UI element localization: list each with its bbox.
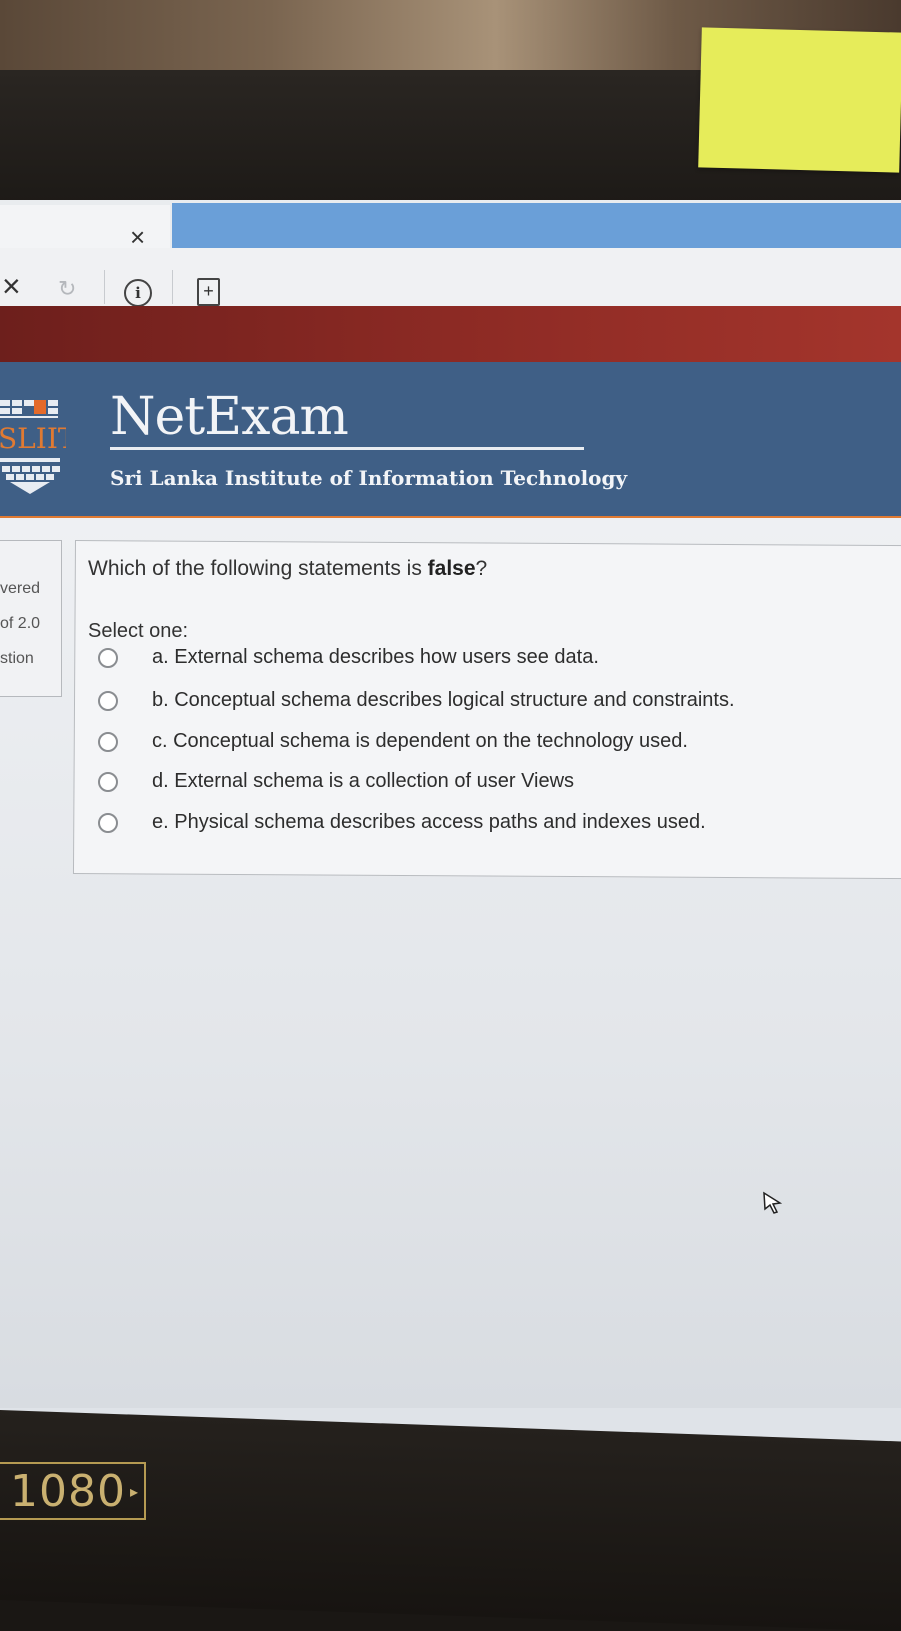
question-text-emphasis: false <box>427 557 476 580</box>
badge-text: 1080 <box>10 1465 126 1517</box>
mouse-cursor-icon <box>763 1191 783 1214</box>
toolbar-divider <box>172 270 173 304</box>
answer-option-b[interactable]: b. Conceptual schema describes logical s… <box>98 689 735 712</box>
option-label: b. Conceptual schema describes logical s… <box>152 689 735 711</box>
new-tab-area[interactable] <box>172 203 901 249</box>
radio-button[interactable] <box>98 647 118 668</box>
radio-button[interactable] <box>98 812 118 833</box>
sliit-logo: SLIIT <box>0 400 66 494</box>
page-action-icon[interactable]: + <box>197 278 220 306</box>
reload-icon[interactable]: ↻ <box>58 276 76 302</box>
site-title: NetExam <box>110 387 349 447</box>
question-text-suffix: ? <box>475 557 488 580</box>
question-mark: of 2.0 <box>0 615 41 632</box>
option-label: a. External schema describes how users s… <box>152 646 599 668</box>
monitor-resolution-badge: 1080 ▸ <box>0 1462 146 1520</box>
logo-text: SLIIT <box>0 422 66 455</box>
option-label: d. External schema is a collection of us… <box>152 770 575 792</box>
answer-option-c[interactable]: c. Conceptual schema is dependent on the… <box>98 730 688 753</box>
question-text-prefix: Which of the following statements is <box>88 557 428 580</box>
toolbar-divider <box>104 270 105 304</box>
radio-button[interactable] <box>98 731 118 752</box>
answer-option-d[interactable]: d. External schema is a collection of us… <box>98 770 574 793</box>
site-subtitle: Sri Lanka Institute of Information Techn… <box>110 466 628 490</box>
answer-option-a[interactable]: a. External schema describes how users s… <box>98 646 599 669</box>
radio-button[interactable] <box>98 690 118 711</box>
answer-option-e[interactable]: e. Physical schema describes access path… <box>98 811 706 834</box>
site-info-icon[interactable]: i <box>124 279 152 307</box>
radio-button[interactable] <box>98 771 118 792</box>
option-label: e. Physical schema describes access path… <box>152 811 706 833</box>
flag-question[interactable]: stion <box>0 650 34 668</box>
question-text: Which of the following statements is fal… <box>88 557 487 581</box>
top-banner <box>0 306 901 363</box>
option-label: c. Conceptual schema is dependent on the… <box>152 730 688 752</box>
title-underline <box>110 447 584 450</box>
play-arrow-icon: ▸ <box>129 1481 140 1501</box>
sticky-note <box>698 27 901 173</box>
stop-icon[interactable]: × <box>2 270 21 302</box>
select-prompt: Select one: <box>88 620 189 642</box>
monitor-bezel-bottom <box>0 1410 901 1631</box>
question-status: vered <box>0 580 41 597</box>
